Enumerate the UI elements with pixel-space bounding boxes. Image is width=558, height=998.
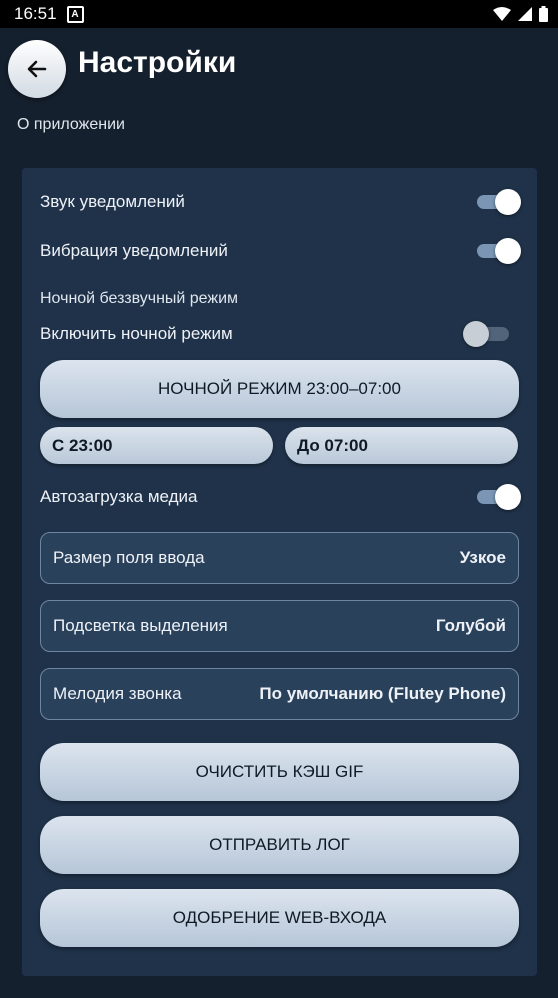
night-from-button[interactable]: С 23:00 (40, 427, 273, 464)
night-mode-label: Включить ночной режим (40, 324, 233, 343)
wifi-icon (493, 7, 511, 21)
night-to-button[interactable]: До 07:00 (285, 427, 518, 464)
battery-icon (539, 6, 548, 22)
settings-panel: Звук уведомлений Вибрация уведомлений Но… (22, 168, 537, 976)
night-mode-toggle[interactable] (463, 321, 511, 347)
back-button[interactable] (8, 40, 66, 98)
night-mode-row[interactable]: Включить ночной режим (40, 321, 519, 347)
input-size-value: Узкое (459, 548, 506, 567)
media-autoload-row[interactable]: Автозагрузка медиа (40, 484, 521, 510)
signal-icon (518, 7, 532, 21)
notification-sound-label: Звук уведомлений (40, 192, 185, 211)
notification-vibration-row[interactable]: Вибрация уведомлений (40, 238, 521, 264)
send-log-button[interactable]: ОТПРАВИТЬ ЛОГ (40, 816, 519, 874)
notification-vibration-label: Вибрация уведомлений (40, 241, 228, 260)
status-bar: 16:51 A (0, 0, 558, 28)
highlight-color-value: Голубой (435, 616, 506, 635)
about-app-link[interactable]: О приложении (17, 116, 125, 134)
media-autoload-toggle[interactable] (475, 484, 521, 510)
notification-sound-toggle[interactable] (475, 189, 521, 215)
notification-a-icon: A (66, 5, 84, 23)
ringtone-value: По умолчанию (Flutey Phone) (259, 684, 506, 703)
arrow-back-icon (27, 60, 47, 78)
header: Настройки О приложении (0, 28, 558, 188)
highlight-color-field[interactable]: Подсветка выделения Голубой (40, 600, 519, 652)
notification-vibration-toggle[interactable] (475, 238, 521, 264)
input-size-label: Размер поля ввода (53, 548, 205, 567)
ringtone-label: Мелодия звонка (53, 684, 182, 703)
page-title: Настройки (78, 46, 237, 79)
web-login-approval-button[interactable]: ОДОБРЕНИЕ WEB-ВХОДА (40, 889, 519, 947)
ringtone-field[interactable]: Мелодия звонка По умолчанию (Flutey Phon… (40, 668, 519, 720)
status-time: 16:51 (14, 4, 57, 23)
highlight-color-label: Подсветка выделения (53, 616, 228, 635)
input-size-field[interactable]: Размер поля ввода Узкое (40, 532, 519, 584)
notification-sound-row[interactable]: Звук уведомлений (40, 189, 521, 215)
media-autoload-label: Автозагрузка медиа (40, 487, 198, 506)
night-schedule-button[interactable]: НОЧНОЙ РЕЖИМ 23:00–07:00 (40, 360, 519, 418)
night-mode-section-label: Ночной беззвучный режим (40, 290, 239, 307)
clear-gif-cache-button[interactable]: ОЧИСТИТЬ КЭШ GIF (40, 743, 519, 801)
